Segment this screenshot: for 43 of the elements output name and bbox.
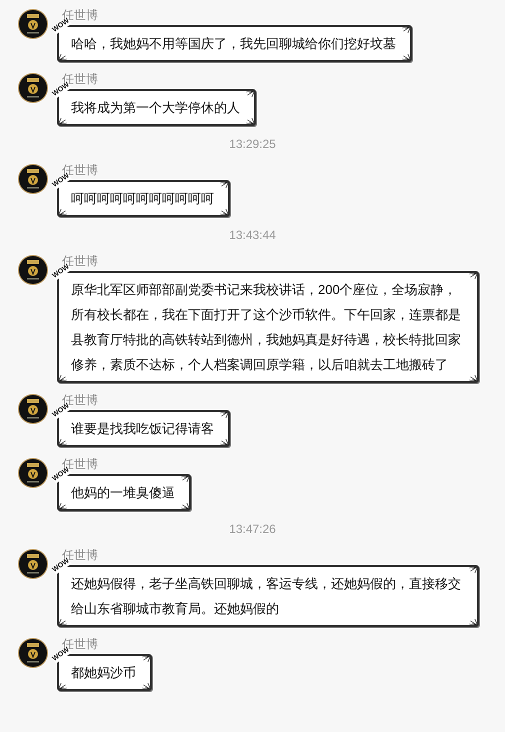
burst-icon	[468, 566, 478, 575]
burst-icon	[219, 437, 229, 446]
burst-icon	[219, 181, 229, 190]
burst-icon	[58, 207, 68, 216]
timestamp: 13:29:25	[229, 137, 276, 151]
timestamp: 13:47:26	[229, 522, 276, 536]
avatar-icon[interactable]	[18, 9, 48, 39]
avatar-icon[interactable]	[18, 394, 48, 424]
burst-icon	[245, 90, 255, 99]
burst-icon	[58, 116, 68, 125]
message-text: 我将成为第一个大学停休的人	[71, 100, 240, 115]
message-text: 呵呵呵呵呵呵呵呵呵呵呵	[71, 191, 214, 206]
burst-icon	[401, 26, 411, 35]
burst-icon	[401, 52, 411, 61]
burst-icon	[58, 617, 68, 626]
burst-icon	[58, 681, 68, 690]
burst-icon	[180, 501, 190, 510]
message-text: 原华北军区师部部副党委书记来我校讲话，200个座位，全场寂静，所有校长都在，我在下面打开了这个沙币软件。下午回家，连票都是县教育厅特批的高铁转站到德州，我她妈真是好待遇，校长特批回家修养，素质不达标，个人档案调回原学籍，以后咱就去工地搬砖了	[71, 282, 461, 372]
avatar-icon[interactable]	[18, 638, 48, 668]
message-text: 都她妈沙币	[71, 665, 136, 680]
burst-icon	[58, 437, 68, 446]
timestamp: 13:43:44	[229, 228, 276, 242]
avatar-icon[interactable]	[18, 164, 48, 194]
burst-icon	[58, 373, 68, 382]
avatar-icon[interactable]	[18, 458, 48, 488]
burst-icon	[245, 116, 255, 125]
burst-icon	[141, 655, 151, 664]
burst-icon	[468, 272, 478, 281]
message-text: 哈哈，我她妈不用等国庆了，我先回聊城给你们挖好坟墓	[71, 36, 396, 51]
burst-icon	[58, 501, 68, 510]
burst-icon	[219, 411, 229, 420]
burst-icon	[180, 475, 190, 484]
message-text: 他妈的一堆臭傻逼	[71, 485, 175, 500]
avatar-icon[interactable]	[18, 255, 48, 285]
burst-icon	[58, 52, 68, 61]
avatar-icon[interactable]	[18, 73, 48, 103]
avatar-icon[interactable]	[18, 549, 48, 579]
message-text: 还她妈假得，老子坐高铁回聊城，客运专线，还她妈假的，直接移交给山东省聊城市教育局。还她妈假的	[71, 576, 461, 616]
burst-icon	[141, 681, 151, 690]
burst-icon	[219, 207, 229, 216]
message-text: 谁要是找我吃饭记得请客	[71, 421, 214, 436]
burst-icon	[468, 617, 478, 626]
burst-icon	[468, 373, 478, 382]
